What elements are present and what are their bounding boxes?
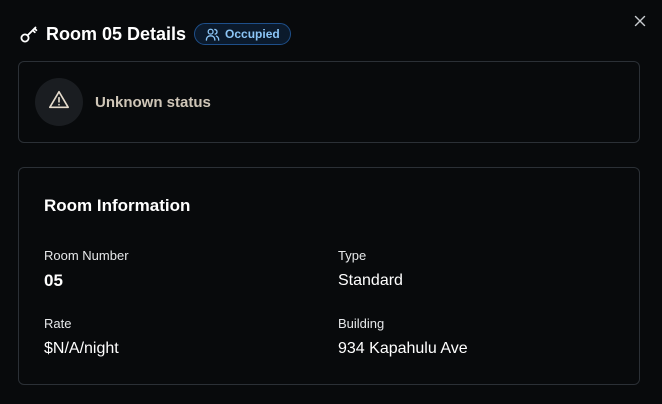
room-information-card: Room Information Room Number 05 Type Sta… xyxy=(18,167,640,385)
type-field: Type Standard xyxy=(338,248,403,291)
rate-label: Rate xyxy=(44,316,72,331)
warning-triangle-icon xyxy=(48,89,70,116)
status-icon-container xyxy=(35,78,83,126)
close-button[interactable] xyxy=(631,14,649,32)
building-field: Building 934 Kapahulu Ave xyxy=(338,316,468,359)
type-value: Standard xyxy=(338,272,403,289)
key-icon xyxy=(18,23,40,45)
status-badge-label: Occupied xyxy=(225,27,280,41)
room-number-value: 05 xyxy=(44,271,63,290)
dialog-title: Room 05 Details xyxy=(46,23,187,44)
status-text: Unknown status xyxy=(95,93,211,111)
building-label: Building xyxy=(338,316,385,331)
section-title: Room Information xyxy=(44,196,191,215)
room-details-dialog: Room 05 Details Occupied Unknown status … xyxy=(0,0,662,404)
dialog-header: Room 05 Details Occupied xyxy=(18,21,291,47)
status-card: Unknown status xyxy=(18,61,640,143)
status-badge: Occupied xyxy=(194,23,291,45)
close-icon[interactable] xyxy=(634,14,646,32)
users-icon xyxy=(204,26,220,42)
room-number-label: Room Number xyxy=(44,248,129,263)
rate-field: Rate $N/A/night xyxy=(44,316,119,359)
type-label: Type xyxy=(338,248,367,263)
building-value: 934 Kapahulu Ave xyxy=(338,340,468,357)
rate-value: $N/A/night xyxy=(44,340,119,357)
room-number-field: Room Number 05 xyxy=(44,248,129,291)
